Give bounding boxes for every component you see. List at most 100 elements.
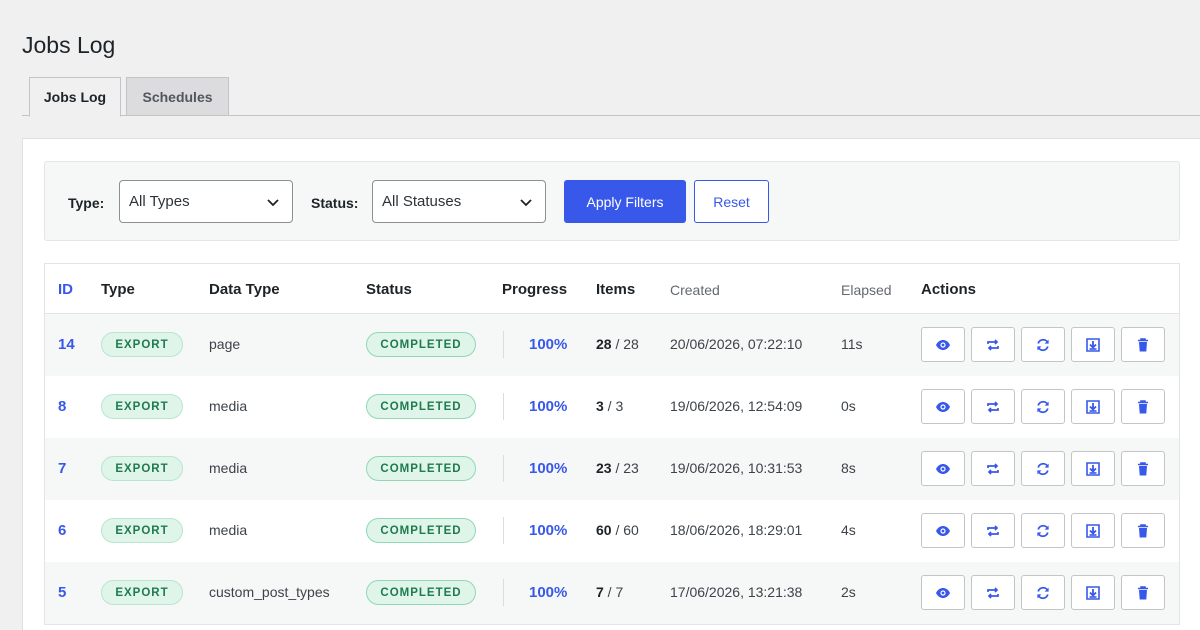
repeat-icon (987, 586, 999, 599)
download-icon (1086, 523, 1100, 538)
trash-icon (1138, 523, 1148, 537)
header-id[interactable]: ID (58, 281, 73, 298)
delete-button[interactable] (1121, 451, 1165, 486)
download-button[interactable] (1071, 389, 1115, 424)
delete-button[interactable] (1121, 575, 1165, 610)
type-filter-label: Type: (68, 195, 105, 211)
data-type-cell: media (209, 460, 248, 476)
table-row: 5 EXPORT custom_post_types COMPLETED 100… (45, 562, 1179, 624)
table-header: ID Type Data Type Status Progress Items … (45, 264, 1179, 314)
apply-filters-button[interactable]: Apply Filters (564, 180, 686, 223)
repeat-icon (987, 524, 999, 537)
download-button[interactable] (1071, 451, 1115, 486)
job-id-link[interactable]: 7 (58, 460, 66, 477)
header-elapsed: Elapsed (841, 282, 892, 298)
job-id-link[interactable]: 6 (58, 522, 66, 539)
header-status: Status (366, 281, 412, 298)
repeat-icon (987, 400, 999, 413)
progress-value: 100% (529, 336, 568, 353)
header-actions: Actions (921, 281, 977, 298)
tab-schedules[interactable]: Schedules (126, 77, 229, 116)
refresh-button[interactable] (1021, 327, 1065, 362)
table-body: 14 EXPORT page COMPLETED 100% 28 / 28 20… (45, 314, 1179, 624)
elapsed-time: 4s (841, 522, 856, 538)
repeat-icon (987, 338, 999, 351)
refresh-icon (1037, 462, 1049, 475)
rerun-button[interactable] (971, 389, 1015, 424)
job-id-link[interactable]: 8 (58, 398, 66, 415)
column-divider (503, 517, 504, 544)
status-select[interactable]: All Statuses (372, 180, 546, 223)
created-time: 20/06/2026, 07:22:10 (670, 336, 803, 352)
delete-button[interactable] (1121, 513, 1165, 548)
page-title: Jobs Log (22, 32, 116, 58)
refresh-button[interactable] (1021, 389, 1065, 424)
status-badge: COMPLETED (366, 518, 476, 543)
header-progress: Progress (502, 281, 568, 298)
type-badge: EXPORT (101, 518, 183, 543)
refresh-button[interactable] (1021, 575, 1065, 610)
download-icon (1086, 585, 1100, 600)
type-badge: EXPORT (101, 580, 183, 605)
reset-button[interactable]: Reset (694, 180, 769, 223)
elapsed-time: 2s (841, 584, 856, 600)
progress-value: 100% (529, 584, 568, 601)
view-button[interactable] (921, 389, 965, 424)
download-button[interactable] (1071, 327, 1115, 362)
column-divider (503, 331, 504, 358)
progress-value: 100% (529, 398, 568, 415)
refresh-button[interactable] (1021, 451, 1065, 486)
download-button[interactable] (1071, 575, 1115, 610)
type-badge: EXPORT (101, 394, 183, 419)
items-count: 60 / 60 (596, 522, 639, 538)
refresh-icon (1037, 586, 1049, 599)
header-created: Created (670, 282, 720, 298)
eye-icon (936, 339, 950, 350)
delete-button[interactable] (1121, 327, 1165, 362)
rerun-button[interactable] (971, 575, 1015, 610)
status-filter-label: Status: (311, 195, 359, 211)
progress-value: 100% (529, 460, 568, 477)
view-button[interactable] (921, 575, 965, 610)
view-button[interactable] (921, 327, 965, 362)
created-time: 17/06/2026, 13:21:38 (670, 584, 803, 600)
items-count: 23 / 23 (596, 460, 639, 476)
column-divider (503, 393, 504, 420)
eye-icon (936, 401, 950, 412)
download-button[interactable] (1071, 513, 1115, 548)
table-row: 14 EXPORT page COMPLETED 100% 28 / 28 20… (45, 314, 1179, 376)
table-row: 7 EXPORT media COMPLETED 100% 23 / 23 19… (45, 438, 1179, 500)
progress-value: 100% (529, 522, 568, 539)
job-id-link[interactable]: 5 (58, 584, 66, 601)
status-badge: COMPLETED (366, 456, 476, 481)
rerun-button[interactable] (971, 513, 1015, 548)
jobs-card: Type: All Types Status: All Statuses App… (22, 138, 1200, 630)
refresh-icon (1037, 524, 1049, 537)
rerun-button[interactable] (971, 327, 1015, 362)
created-time: 19/06/2026, 10:31:53 (670, 460, 803, 476)
refresh-button[interactable] (1021, 513, 1065, 548)
view-button[interactable] (921, 451, 965, 486)
type-select-value: All Types (129, 193, 190, 210)
header-type: Type (101, 281, 135, 298)
delete-button[interactable] (1121, 389, 1165, 424)
download-icon (1086, 337, 1100, 352)
view-button[interactable] (921, 513, 965, 548)
job-id-link[interactable]: 14 (58, 336, 75, 353)
type-select[interactable]: All Types (119, 180, 293, 223)
table-row: 6 EXPORT media COMPLETED 100% 60 / 60 18… (45, 500, 1179, 562)
header-data-type: Data Type (209, 281, 280, 298)
data-type-cell: custom_post_types (209, 584, 330, 600)
status-badge: COMPLETED (366, 332, 476, 357)
trash-icon (1138, 461, 1148, 475)
trash-icon (1138, 399, 1148, 413)
column-divider (503, 579, 504, 606)
header-items: Items (596, 281, 636, 298)
download-icon (1086, 461, 1100, 476)
tab-jobs-log[interactable]: Jobs Log (29, 77, 121, 117)
status-badge: COMPLETED (366, 394, 476, 419)
column-divider (503, 455, 504, 482)
trash-icon (1138, 585, 1148, 599)
rerun-button[interactable] (971, 451, 1015, 486)
trash-icon (1138, 337, 1148, 351)
